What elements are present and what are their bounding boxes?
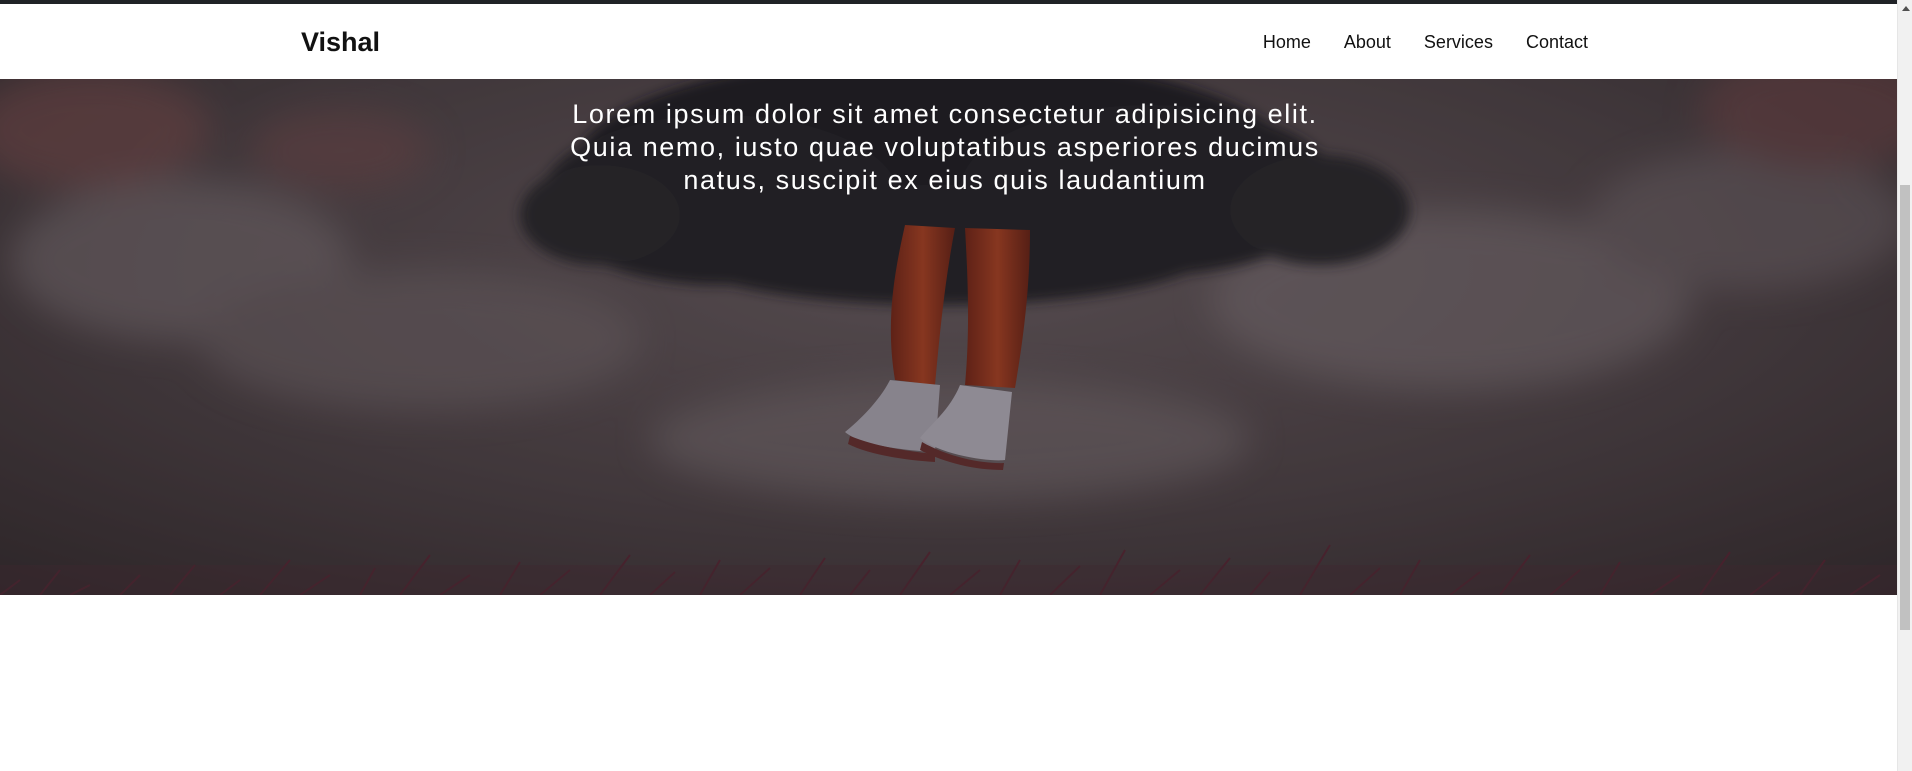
scroll-up-button[interactable]	[1898, 0, 1912, 17]
browser-top-strip	[0, 0, 1897, 4]
hero-background-image	[0, 0, 1897, 595]
nav-item-home: Home	[1263, 31, 1311, 53]
nav-menu: Home About Services Contact	[1263, 31, 1588, 53]
nav-item-services: Services	[1424, 31, 1493, 53]
hero-description: Lorem ipsum dolor sit amet consectetur a…	[570, 99, 1320, 195]
vertical-scrollbar[interactable]	[1897, 0, 1912, 771]
brand-logo-text[interactable]: Vishal	[301, 24, 380, 60]
navbar: Vishal Home About Services Contact	[0, 4, 1897, 79]
nav-item-contact: Contact	[1526, 31, 1588, 53]
content-section	[0, 595, 1897, 771]
nav-link-home[interactable]: Home	[1263, 32, 1311, 52]
scrollbar-thumb[interactable]	[1900, 185, 1910, 630]
chevron-up-icon	[1901, 6, 1910, 11]
nav-link-contact[interactable]: Contact	[1526, 32, 1588, 52]
nav-link-services[interactable]: Services	[1424, 32, 1493, 52]
nav-link-about[interactable]: About	[1344, 32, 1391, 52]
page: Vishal Home About Services Contact Lorem…	[0, 0, 1912, 771]
hero-section	[0, 0, 1897, 595]
nav-item-about: About	[1344, 31, 1391, 53]
